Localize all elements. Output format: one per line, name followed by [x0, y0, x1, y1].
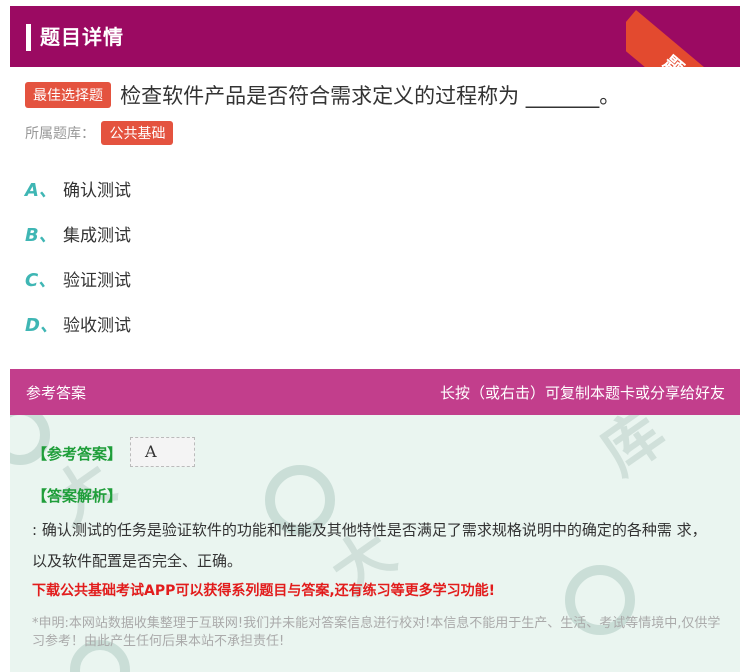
- option-letter: B、: [25, 225, 57, 246]
- question: 最佳选择题 检查软件产品是否符合需求定义的过程称为 _______。: [25, 80, 725, 110]
- option-text: 确认测试: [63, 181, 131, 201]
- option-letter: A、: [25, 180, 57, 201]
- answer-header: 参考答案 长按（或右击）可复制本题卡或分享给好友: [10, 369, 740, 415]
- option-text: 验收测试: [63, 316, 131, 336]
- option-c[interactable]: C、 验证测试: [25, 266, 131, 292]
- explanation-label: 【答案解析】: [32, 487, 123, 505]
- option-a[interactable]: A、 确认测试: [25, 176, 131, 202]
- option-text: 验证测试: [63, 271, 131, 291]
- option-letter: C、: [25, 270, 57, 291]
- answer-value-image: A: [130, 437, 195, 467]
- card-ribbon: 题卡: [626, 6, 740, 67]
- page-header: 题目详情 题卡: [10, 6, 740, 67]
- ribbon-label: 题卡: [654, 45, 714, 67]
- explanation-text: : 确认测试的任务是验证软件的功能和性能及其他特性是否满足了需求规格说明中的确定…: [32, 521, 707, 570]
- question-text: 检查软件产品是否符合需求定义的过程称为 _______。: [120, 84, 621, 108]
- answer-body: 大 大 库 【参考答案】 A 【答案解析】 : 确认测试的任务是验证软件的功能和…: [10, 415, 740, 672]
- share-hint: 长按（或右击）可复制本题卡或分享给好友: [439, 384, 725, 402]
- category-label: 所属题库：: [25, 126, 95, 142]
- disclaimer-text: *申明:本网站数据收集整理于互联网!我们并未能对答案信息进行校对!本信息不能用于…: [32, 616, 721, 649]
- app-download-promo[interactable]: 下载公共基础考试APP可以获得系列题目与答案,还有练习等更多学习功能!: [32, 580, 495, 600]
- watermark-glyph: 库: [588, 415, 678, 489]
- option-b[interactable]: B、 集成测试: [25, 221, 131, 247]
- option-text: 集成测试: [63, 226, 131, 246]
- option-letter: D、: [25, 315, 58, 336]
- category-badge[interactable]: 公共基础: [101, 121, 174, 145]
- question-type-badge: 最佳选择题: [25, 82, 111, 108]
- answer-header-title: 参考答案: [26, 384, 87, 402]
- answer-label: 【参考答案】: [32, 445, 123, 463]
- option-d[interactable]: D、 验收测试: [25, 311, 131, 337]
- header-accent-bar: [26, 24, 31, 51]
- page-title: 题目详情: [40, 25, 124, 49]
- question-category: 所属题库： 公共基础: [25, 121, 174, 145]
